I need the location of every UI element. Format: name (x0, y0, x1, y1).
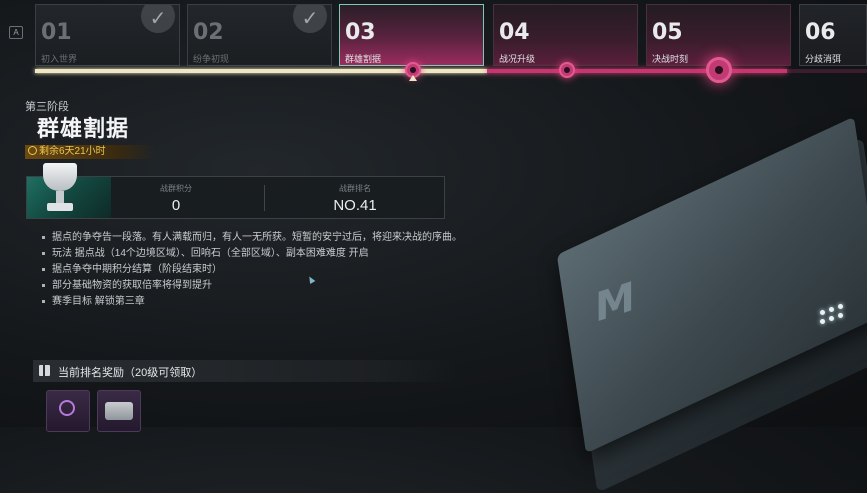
tab-stage-02[interactable]: 02 纷争初现 ✓ (187, 4, 332, 66)
checkmark-icon: ✓ (293, 5, 327, 33)
reward-title: 当前排名奖励（20级可领取） (58, 367, 203, 379)
tab-number: 01 (41, 20, 72, 45)
rank-value: NO.41 (333, 197, 377, 214)
tab-number: 06 (805, 20, 836, 45)
tab-stage-04[interactable]: 04 战况升级 (493, 4, 638, 66)
key-hint-badge: A (9, 26, 23, 39)
tab-stage-06[interactable]: 06 分歧消弭 (799, 4, 867, 66)
rank-stat: 战群排名 NO.41 (270, 183, 440, 214)
points-stat: 战群积分 0 (91, 183, 261, 214)
list-item: 部分基础物资的获取倍率将得到提升 (40, 279, 480, 292)
stat-divider (264, 185, 265, 211)
device-dots-icon (820, 304, 850, 330)
emblem-icon (59, 400, 75, 416)
device-artwork: M (540, 116, 867, 493)
stage-marker-major-icon (706, 57, 732, 83)
stage-timer: 剩余6天21小时 (25, 145, 155, 159)
rank-label: 战群排名 (339, 184, 371, 193)
tab-label: 决战时刻 (652, 54, 689, 64)
tab-label: 初入世界 (41, 54, 78, 64)
tab-label: 纷争初现 (193, 54, 230, 64)
stage-description-list: 据点的争夺告一段落。有人满载而归，有人一无所获。短暂的安宁过后，将迎来决战的序曲… (40, 231, 480, 311)
stage-progress-track (35, 69, 867, 73)
reward-item-emblem[interactable] (46, 390, 90, 432)
gift-icon (39, 365, 50, 376)
stage-title: 群雄割据 (37, 116, 130, 141)
points-label: 战群积分 (160, 184, 192, 193)
tab-number: 04 (499, 20, 530, 45)
tab-stage-01[interactable]: 01 初入世界 ✓ (35, 4, 180, 66)
current-stage-caret-icon (409, 75, 417, 81)
tab-label: 分歧消弭 (805, 54, 842, 64)
checkmark-icon: ✓ (141, 5, 175, 33)
chest-icon (105, 402, 133, 420)
tab-number: 02 (193, 20, 224, 45)
stage-tabs: 01 初入世界 ✓ 02 纷争初现 ✓ 03 群雄割据 04 战况升级 05 决… (35, 4, 867, 66)
tab-number: 03 (345, 20, 376, 45)
tab-number: 05 (652, 20, 683, 45)
timer-text: 剩余6天21小时 (39, 146, 106, 157)
tab-stage-03[interactable]: 03 群雄割据 (339, 4, 484, 66)
list-item: 玩法 据点战（14个边境区域）、回响石（全部区域）、副本困难难度 开启 (40, 247, 480, 260)
points-value: 0 (171, 197, 181, 214)
reward-item-chest[interactable] (97, 390, 141, 432)
stage-progress-upcoming (487, 69, 787, 73)
stage-marker-icon (559, 62, 575, 78)
list-item: 据点争夺中期积分结算（阶段结束时） (40, 263, 480, 276)
clock-icon (28, 146, 37, 155)
reward-header: 当前排名奖励（20级可领取） (33, 360, 458, 382)
list-item: 据点的争夺告一段落。有人满载而归，有人一无所获。短暂的安宁过后，将迎来决战的序曲… (40, 231, 472, 244)
tab-label: 群雄割据 (345, 54, 382, 64)
list-item: 赛季目标 解锁第三章 (40, 295, 480, 308)
score-panel: 战群积分 0 战群排名 NO.41 (26, 163, 445, 219)
tab-label: 战况升级 (499, 54, 536, 64)
